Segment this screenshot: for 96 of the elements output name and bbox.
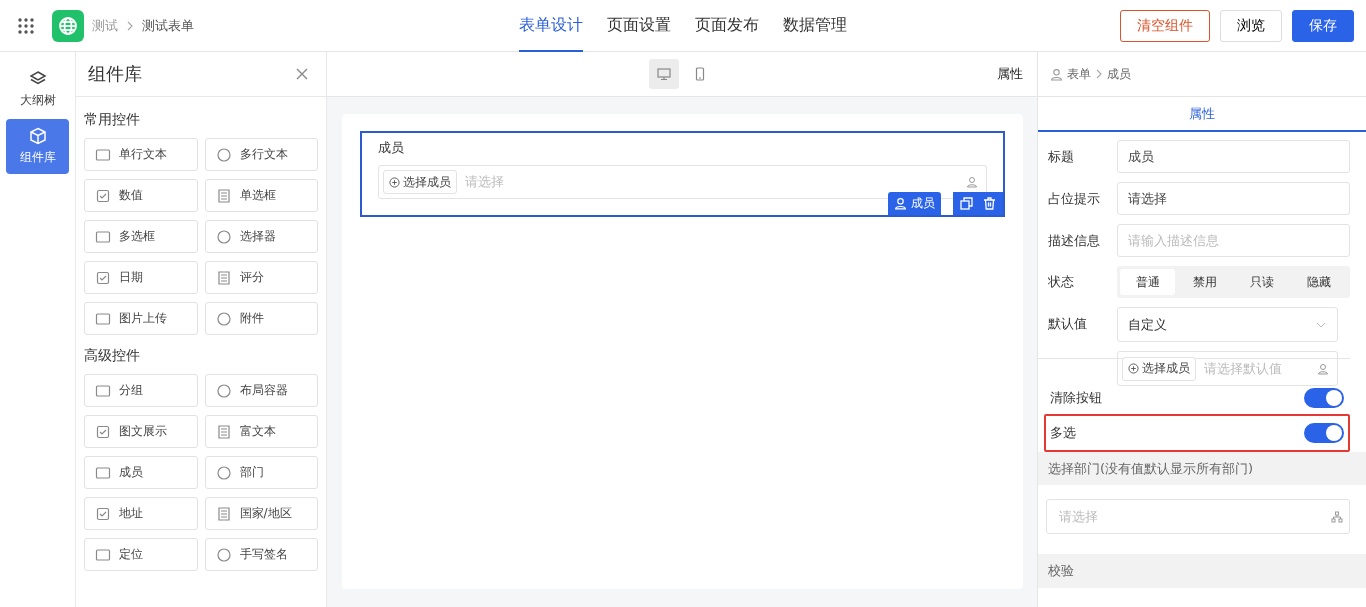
component-item[interactable]: 图文展示 bbox=[84, 415, 198, 448]
circle-icon bbox=[215, 146, 232, 163]
component-item[interactable]: 成员 bbox=[84, 456, 198, 489]
list-icon bbox=[215, 187, 232, 204]
component-item[interactable]: 多选框 bbox=[84, 220, 198, 253]
plus-circle-icon bbox=[389, 176, 400, 188]
checkbox-icon bbox=[95, 505, 111, 522]
input-box-icon bbox=[95, 310, 111, 327]
toggle-switch[interactable] bbox=[1304, 388, 1344, 408]
section-heading: 选择部门(没有值默认显示所有部门) bbox=[1038, 452, 1366, 485]
group-heading: 常用控件 bbox=[84, 111, 141, 129]
rail-tab[interactable]: 大纲树 bbox=[6, 62, 69, 117]
circle-icon bbox=[215, 464, 232, 481]
circle-icon bbox=[215, 382, 232, 399]
description-input[interactable]: 请输入描述信息 bbox=[1117, 224, 1350, 257]
component-item[interactable]: 部门 bbox=[204, 456, 318, 489]
title-input[interactable]: 成员 bbox=[1117, 140, 1350, 173]
component-item[interactable]: 多行文本 bbox=[204, 138, 318, 171]
user-icon bbox=[1317, 362, 1329, 375]
user-icon bbox=[1050, 67, 1063, 81]
property-label: 状态 bbox=[1048, 273, 1075, 291]
component-item[interactable]: 评分 bbox=[204, 261, 318, 294]
property-label: 默认值 bbox=[1048, 315, 1088, 333]
component-item[interactable]: 单行文本 bbox=[84, 138, 198, 171]
field-type-tag: 成员 bbox=[888, 192, 941, 215]
field-label: 成员 bbox=[378, 139, 405, 157]
selected-field-frame[interactable]: 成员 选择成员 请选择 成员 bbox=[360, 131, 1005, 217]
checkbox-icon bbox=[95, 423, 111, 440]
apps-grid-icon[interactable] bbox=[18, 17, 34, 34]
select-member-button[interactable]: 选择成员 bbox=[383, 170, 457, 194]
state-option[interactable]: 只读 bbox=[1234, 269, 1290, 295]
component-item[interactable]: 附件 bbox=[204, 302, 318, 335]
component-item[interactable]: 单选框 bbox=[204, 179, 318, 212]
group-heading: 高级控件 bbox=[84, 347, 141, 365]
state-option[interactable]: 隐藏 bbox=[1291, 269, 1347, 295]
monitor-icon bbox=[657, 67, 671, 81]
rail-tab[interactable]: 组件库 bbox=[6, 119, 69, 174]
checkbox-icon bbox=[95, 187, 111, 204]
property-label: 占位提示 bbox=[1048, 189, 1101, 208]
circle-icon bbox=[215, 228, 232, 245]
component-item[interactable]: 选择器 bbox=[204, 220, 318, 253]
list-icon bbox=[215, 269, 232, 286]
circle-icon bbox=[215, 546, 232, 563]
checkbox-icon bbox=[95, 269, 111, 286]
component-item[interactable]: 国家/地区 bbox=[204, 497, 318, 530]
breadcrumb-link[interactable]: 表单 bbox=[1067, 65, 1091, 83]
input-box-icon bbox=[95, 464, 111, 481]
panel-label: 属性 bbox=[997, 65, 1023, 83]
list-icon bbox=[215, 423, 232, 440]
chevron-right-icon bbox=[126, 20, 134, 31]
trash-icon[interactable] bbox=[983, 197, 996, 210]
copy-icon[interactable] bbox=[960, 197, 973, 210]
toggle-switch[interactable] bbox=[1304, 423, 1344, 443]
component-item[interactable]: 数值 bbox=[84, 179, 198, 212]
default-type-select[interactable]: 自定义 bbox=[1117, 307, 1338, 342]
section-heading: 校验 bbox=[1038, 554, 1366, 588]
chevron-right-icon bbox=[1095, 69, 1103, 79]
input-box-icon bbox=[95, 228, 111, 245]
default-member-field[interactable]: 选择成员 请选择默认值 bbox=[1117, 351, 1338, 386]
globe-logo-icon bbox=[52, 9, 84, 42]
action-button[interactable]: 保存 bbox=[1292, 9, 1354, 42]
user-icon bbox=[894, 197, 907, 210]
component-item[interactable]: 定位 bbox=[84, 538, 198, 571]
component-item[interactable]: 富文本 bbox=[204, 415, 318, 448]
component-item[interactable]: 日期 bbox=[84, 261, 198, 294]
user-icon bbox=[966, 176, 978, 188]
nav-tab[interactable]: 页面发布 bbox=[695, 0, 759, 52]
component-item[interactable]: 布局容器 bbox=[204, 374, 318, 407]
component-item[interactable]: 分组 bbox=[84, 374, 198, 407]
input-box-icon bbox=[95, 382, 111, 399]
cube-icon bbox=[28, 127, 47, 145]
breadcrumb-current: 成员 bbox=[1107, 65, 1131, 83]
phone-icon bbox=[693, 67, 707, 81]
panel-title: 组件库 bbox=[88, 62, 142, 86]
component-item[interactable]: 手写签名 bbox=[204, 538, 318, 571]
action-button[interactable]: 清空组件 bbox=[1120, 9, 1210, 42]
property-label: 描述信息 bbox=[1048, 231, 1101, 250]
component-item[interactable]: 地址 bbox=[84, 497, 198, 530]
input-box-icon bbox=[95, 546, 111, 563]
input-box-icon bbox=[95, 146, 111, 163]
property-label: 标题 bbox=[1048, 147, 1075, 166]
component-item[interactable]: 图片上传 bbox=[84, 302, 198, 335]
state-option[interactable]: 禁用 bbox=[1177, 269, 1233, 295]
org-chart-icon bbox=[1331, 510, 1343, 523]
plus-circle-icon bbox=[1128, 363, 1139, 374]
state-option[interactable]: 普通 bbox=[1120, 269, 1176, 295]
properties-tab[interactable]: 属性 bbox=[1038, 97, 1366, 132]
action-button[interactable]: 浏览 bbox=[1220, 9, 1282, 42]
nav-tab[interactable]: 数据管理 bbox=[783, 0, 847, 52]
nav-tab[interactable]: 页面设置 bbox=[607, 0, 671, 52]
placeholder-input[interactable]: 请选择 bbox=[1117, 182, 1350, 215]
list-icon bbox=[215, 505, 232, 522]
select-member-button[interactable]: 选择成员 bbox=[1122, 356, 1196, 381]
circle-icon bbox=[215, 310, 232, 327]
breadcrumb-current: 测试表单 bbox=[142, 16, 194, 35]
close-icon[interactable] bbox=[296, 68, 308, 80]
